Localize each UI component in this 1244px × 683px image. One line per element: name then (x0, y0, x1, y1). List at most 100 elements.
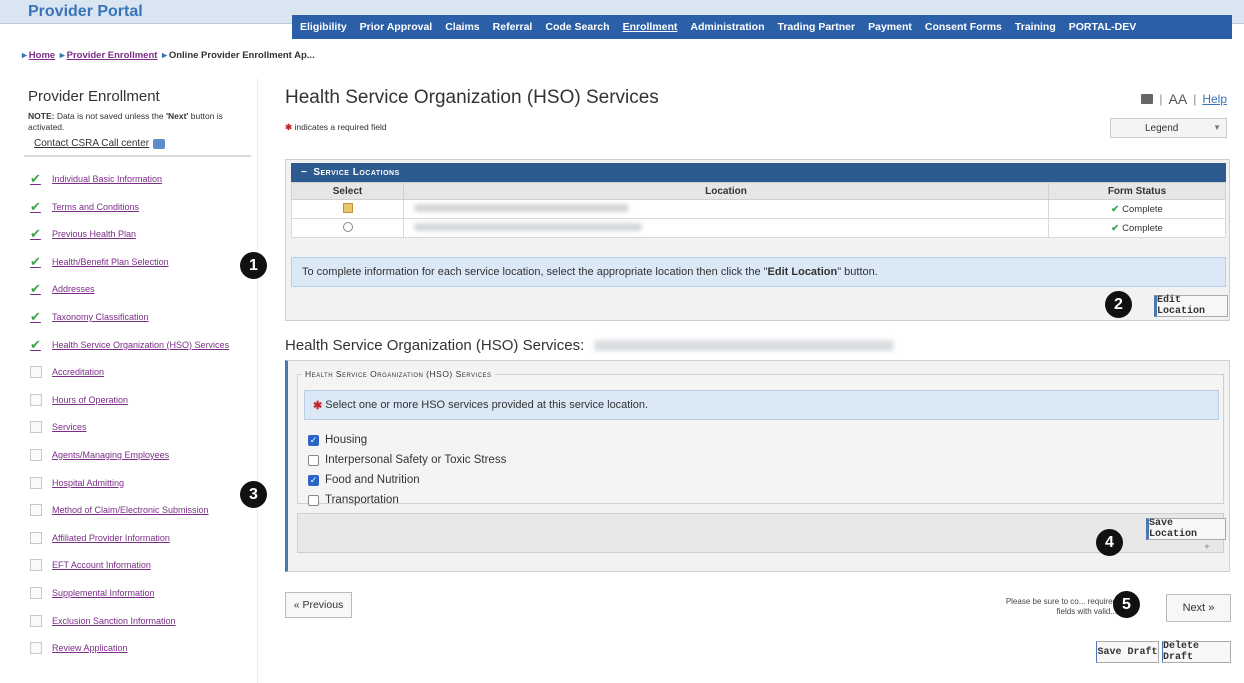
sidebar-step-item[interactable]: Exclusion Sanction Information (18, 607, 257, 635)
legend-dropdown[interactable]: Legend ▼ (1110, 118, 1227, 138)
table-header-row: Select Location Form Status (291, 182, 1226, 200)
sidebar-step-item[interactable]: EFT Account Information (18, 552, 257, 580)
nav-code-search[interactable]: Code Search (545, 21, 609, 33)
sidebar-step-item[interactable]: Supplemental Information (18, 579, 257, 607)
save-draft-button[interactable]: Save Draft (1096, 641, 1159, 663)
sidebar-step-item[interactable]: Affiliated Provider Information (18, 524, 257, 552)
nav-trading-partner[interactable]: Trading Partner (778, 21, 856, 33)
hso-option[interactable]: Interpersonal Safety or Toxic Stress (308, 450, 506, 470)
sidebar-step-label: EFT Account Information (52, 560, 151, 571)
breadcrumb-provider-enrollment[interactable]: Provider Enrollment (67, 50, 158, 61)
nav-eligibility[interactable]: Eligibility (300, 21, 347, 33)
previous-button[interactable]: « Previous (285, 592, 352, 618)
print-icon[interactable] (1141, 94, 1154, 104)
next-button[interactable]: Next » (1166, 594, 1231, 622)
font-size-toggle[interactable]: AA (1169, 91, 1188, 107)
hso-option[interactable]: Transportation (308, 490, 506, 510)
hso-fieldset-legend: Health Service Organization (HSO) Servic… (302, 369, 495, 379)
sidebar-step-label: Review Application (52, 643, 128, 654)
sidebar-step-item[interactable]: Method of Claim/Electronic Submission (18, 496, 257, 524)
sidebar-step-label: Supplemental Information (52, 587, 155, 598)
sidebar-step-item[interactable]: ✔ Individual Basic Information (18, 165, 257, 193)
sidebar: Provider Enrollment NOTE: Data is not sa… (18, 78, 258, 683)
check-icon: ✔ (1111, 222, 1120, 234)
option-checkbox[interactable]: ✓ (308, 434, 319, 446)
option-checkbox[interactable]: ✓ (308, 474, 319, 486)
sidebar-title: Provider Enrollment (28, 88, 160, 105)
sidebar-step-item[interactable]: ✔ Addresses (18, 276, 257, 304)
row-status-cell: ✔ Complete (1048, 199, 1226, 219)
sidebar-step-label: Previous Health Plan (52, 229, 137, 240)
breadcrumb-arrow-icon: ▸ (162, 50, 167, 61)
sidebar-step-item[interactable]: Hours of Operation (18, 386, 257, 414)
sidebar-step-item[interactable]: Services (18, 414, 257, 442)
edit-location-button[interactable]: Edit Location (1154, 295, 1228, 317)
brand-title[interactable]: Provider Portal (28, 3, 143, 21)
check-icon: ✔ (30, 309, 41, 325)
service-locations-table: Select Location Form Status ✔ Complete ✔ C… (291, 182, 1226, 238)
nav-referral[interactable]: Referral (493, 21, 533, 33)
sidebar-step-label: Terms and Conditions (52, 201, 140, 212)
tools-divider: | (1193, 92, 1197, 106)
required-note-text: indicates a required field (294, 122, 387, 132)
sidebar-step-label: Individual Basic Information (52, 174, 163, 185)
column-select: Select (291, 182, 404, 200)
row-select-cell (291, 199, 404, 219)
callout-marker: 3 (240, 481, 267, 508)
sidebar-step-item[interactable]: ✔ Health/Benefit Plan Selection (18, 248, 257, 276)
empty-box-icon (30, 531, 42, 544)
edit-selected-icon[interactable] (342, 202, 353, 213)
sidebar-step-item[interactable]: Review Application (18, 634, 257, 662)
hso-title-text: Health Service Organization (HSO) Servic… (285, 337, 585, 354)
breadcrumb-current: Online Provider Enrollment Ap... (168, 50, 315, 61)
row-status: Complete (1122, 203, 1163, 215)
callout-marker: 4 (1096, 529, 1123, 556)
info-text-start: To complete information for each service… (302, 266, 768, 278)
row-status: Complete (1122, 222, 1163, 234)
completion-note: Please be sure to co... required fields … (1005, 597, 1117, 616)
nav-prior-approval[interactable]: Prior Approval (360, 21, 433, 33)
hso-option[interactable]: ✓ Food and Nutrition (308, 470, 506, 490)
sidebar-step-label: Health/Benefit Plan Selection (52, 256, 169, 267)
sidebar-step-item[interactable]: Agents/Managing Employees (18, 441, 257, 469)
breadcrumb-arrow-icon: ▸ (22, 50, 27, 61)
sidebar-step-item[interactable]: ✔ Taxonomy Classification (18, 303, 257, 331)
nav-claims[interactable]: Claims (445, 21, 479, 33)
nav-training[interactable]: Training (1015, 21, 1056, 33)
option-checkbox[interactable] (308, 494, 319, 506)
column-form-status: Form Status (1048, 182, 1226, 200)
table-row[interactable]: ✔ Complete (291, 199, 1226, 219)
sidebar-step-item[interactable]: ✔ Terms and Conditions (18, 193, 257, 221)
sidebar-step-item[interactable]: Accreditation (18, 358, 257, 386)
row-location-cell (403, 199, 1049, 219)
legend-label: Legend (1145, 122, 1179, 134)
collapse-icon[interactable]: − (301, 167, 307, 178)
nav-portal-dev[interactable]: PORTAL-DEV (1069, 21, 1136, 33)
sidebar-step-item[interactable]: ✔ Health Service Organization (HSO) Servi… (18, 331, 257, 359)
contact-call-center-link[interactable]: Contact CSRA Call center (24, 132, 251, 158)
service-locations-header[interactable]: − Service Locations (291, 163, 1226, 182)
option-checkbox[interactable] (308, 454, 319, 466)
page-title: Health Service Organization (HSO) Servic… (285, 87, 659, 108)
hso-option[interactable]: ✓ Housing (308, 430, 506, 450)
row-select-cell (291, 218, 404, 238)
sidebar-step-item[interactable]: Hospital Admitting (18, 469, 257, 497)
callout-marker: 2 (1105, 291, 1132, 318)
plus-icon[interactable]: + (1204, 542, 1210, 553)
table-row[interactable]: ✔ Complete (291, 218, 1226, 238)
breadcrumb-home[interactable]: Home (29, 50, 55, 61)
nav-administration[interactable]: Administration (690, 21, 764, 33)
sidebar-step-item[interactable]: ✔ Previous Health Plan (18, 220, 257, 248)
option-label: Interpersonal Safety or Toxic Stress (325, 454, 507, 466)
nav-payment[interactable]: Payment (868, 21, 912, 33)
option-label: Housing (325, 434, 368, 446)
nav-consent-forms[interactable]: Consent Forms (925, 21, 1002, 33)
empty-box-icon (30, 393, 42, 406)
help-link[interactable]: Help (1202, 92, 1227, 106)
save-location-bar: Save Location + (297, 513, 1226, 553)
nav-enrollment[interactable]: Enrollment (623, 21, 678, 33)
delete-draft-button[interactable]: Delete Draft (1162, 641, 1231, 663)
empty-box-icon (30, 642, 42, 655)
select-radio[interactable] (342, 221, 353, 232)
save-location-button[interactable]: Save Location (1146, 518, 1226, 540)
